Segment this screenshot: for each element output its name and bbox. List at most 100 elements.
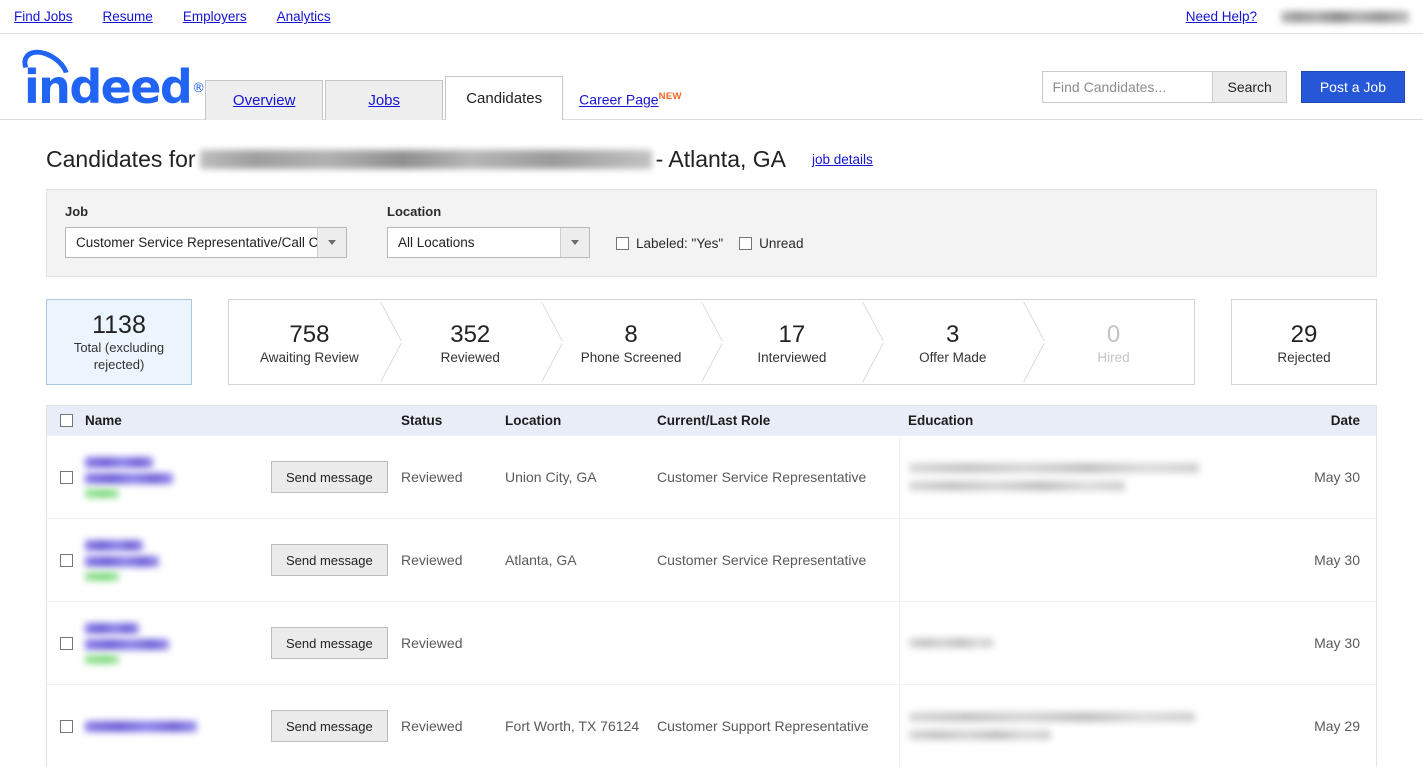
candidate-name[interactable] bbox=[85, 519, 271, 601]
checkbox-icon[interactable] bbox=[616, 237, 629, 250]
chevron-down-icon bbox=[328, 240, 336, 245]
candidate-status: Reviewed bbox=[401, 718, 463, 734]
candidate-name-redacted bbox=[85, 539, 143, 551]
tab-candidates-label: Candidates bbox=[466, 90, 543, 107]
stat-rejected-value: 29 bbox=[1290, 320, 1318, 348]
table-row[interactable]: Send message Reviewed Union City, GA Cus… bbox=[47, 435, 1376, 518]
send-message-button[interactable]: Send message bbox=[271, 544, 388, 576]
tab-overview-label: Overview bbox=[232, 92, 296, 109]
candidate-status: Reviewed bbox=[401, 635, 463, 651]
pipeline-funnel: 758 Awaiting Review 352 Reviewed 8 Phone… bbox=[228, 299, 1195, 385]
tab-candidates[interactable]: Candidates bbox=[445, 76, 564, 120]
column-header-location: Location bbox=[505, 413, 562, 428]
checkbox-icon[interactable] bbox=[59, 470, 73, 484]
stage-phone-screened-label: Phone Screened bbox=[580, 349, 682, 365]
row-select-checkbox[interactable] bbox=[47, 685, 85, 767]
candidate-name[interactable] bbox=[85, 685, 271, 767]
checkbox-icon[interactable] bbox=[59, 553, 73, 567]
filter-checkboxes: Labeled: "Yes" Unread bbox=[616, 236, 803, 251]
stat-rejected[interactable]: 29 Rejected bbox=[1231, 299, 1377, 385]
nav-link-resume[interactable]: Resume bbox=[103, 9, 153, 24]
row-select-checkbox[interactable] bbox=[47, 436, 85, 518]
location-filter-value: All Locations bbox=[398, 235, 475, 250]
stage-reviewed-label: Reviewed bbox=[440, 349, 500, 365]
tab-jobs-label: Jobs bbox=[368, 92, 401, 109]
select-all-checkbox[interactable] bbox=[47, 414, 85, 427]
stage-offer-made[interactable]: 3 Offer Made bbox=[872, 300, 1033, 384]
page-title-suffix: - Atlanta, GA bbox=[655, 146, 786, 172]
checkbox-icon[interactable] bbox=[59, 414, 73, 427]
stat-total-excluding-rejected[interactable]: 1138 Total (excluding rejected) bbox=[46, 299, 192, 385]
tab-jobs[interactable]: Jobs bbox=[325, 80, 444, 120]
tab-overview[interactable]: Overview bbox=[205, 80, 324, 120]
nav-link-employers[interactable]: Employers bbox=[183, 9, 247, 24]
table-row[interactable]: Send message Reviewed Fort Worth, TX 761… bbox=[47, 684, 1376, 767]
stage-phone-screened[interactable]: 8 Phone Screened bbox=[551, 300, 712, 384]
location-filter-select[interactable]: All Locations bbox=[387, 227, 590, 258]
send-message-button[interactable]: Send message bbox=[271, 710, 388, 742]
send-message-button[interactable]: Send message bbox=[271, 627, 388, 659]
candidate-search-input[interactable] bbox=[1042, 71, 1213, 103]
candidate-status: Reviewed bbox=[401, 552, 463, 568]
post-a-job-button[interactable]: Post a Job bbox=[1300, 71, 1405, 103]
indeed-logo[interactable]: indeed ® bbox=[14, 41, 205, 119]
stage-awaiting-review[interactable]: 758 Awaiting Review bbox=[229, 300, 390, 384]
checkbox-icon[interactable] bbox=[59, 719, 73, 733]
chevron-down-icon bbox=[571, 240, 579, 245]
location-filter-label: Location bbox=[387, 204, 442, 219]
table-row[interactable]: Send message Reviewed Atlanta, GA Custom… bbox=[47, 518, 1376, 601]
candidate-badge-redacted bbox=[85, 571, 119, 581]
job-filter-select[interactable]: Customer Service Representative/Call Cen bbox=[65, 227, 347, 258]
checkbox-icon[interactable] bbox=[59, 636, 73, 650]
table-row[interactable]: Send message Reviewed May 30 bbox=[47, 601, 1376, 684]
candidate-name[interactable] bbox=[85, 436, 271, 518]
candidate-education bbox=[899, 519, 1289, 601]
row-select-checkbox[interactable] bbox=[47, 519, 85, 601]
send-message-cell: Send message bbox=[271, 602, 401, 684]
candidate-location: Fort Worth, TX 76124 bbox=[505, 718, 640, 734]
career-page-link[interactable]: Career PageNEW bbox=[579, 91, 682, 119]
candidate-badge-redacted bbox=[85, 488, 119, 498]
checkbox-icon[interactable] bbox=[739, 237, 753, 250]
search-button[interactable]: Search bbox=[1212, 71, 1287, 103]
candidate-education-redacted bbox=[909, 463, 1199, 473]
candidate-name-redacted bbox=[85, 622, 139, 634]
candidate-status: Reviewed bbox=[401, 469, 463, 485]
send-message-button[interactable]: Send message bbox=[271, 461, 388, 493]
nav-link-find-jobs[interactable]: Find Jobs bbox=[14, 9, 73, 24]
nav-link-analytics[interactable]: Analytics bbox=[277, 9, 331, 24]
candidate-date: May 30 bbox=[1314, 635, 1360, 651]
stage-reviewed[interactable]: 352 Reviewed bbox=[390, 300, 551, 384]
filter-panel: Job Customer Service Representative/Call… bbox=[46, 189, 1377, 277]
candidate-date: May 30 bbox=[1314, 469, 1360, 485]
candidate-badge-redacted bbox=[85, 654, 119, 664]
stage-hired[interactable]: 0 Hired bbox=[1033, 300, 1194, 384]
candidate-name-redacted-line2 bbox=[85, 472, 173, 484]
location-filter: Location All Locations bbox=[387, 204, 590, 258]
page-title-job-redacted bbox=[199, 150, 652, 169]
career-page-label: Career Page bbox=[579, 92, 659, 108]
job-details-link[interactable]: job details bbox=[812, 152, 873, 167]
candidate-search-group: Search bbox=[1042, 71, 1287, 103]
need-help-link[interactable]: Need Help? bbox=[1186, 9, 1257, 24]
row-select-checkbox[interactable] bbox=[47, 602, 85, 684]
candidate-education-redacted-line2 bbox=[909, 481, 1125, 491]
unread-checkbox[interactable]: Unread bbox=[739, 236, 803, 251]
candidate-education-redacted bbox=[909, 638, 993, 648]
stat-rejected-label: Rejected bbox=[1277, 349, 1331, 365]
candidate-role: Customer Support Representative bbox=[657, 718, 869, 734]
location-filter-dropdown-arrow[interactable] bbox=[560, 228, 589, 257]
candidate-name[interactable] bbox=[85, 602, 271, 684]
stage-awaiting-review-value: 758 bbox=[289, 320, 330, 348]
candidate-education-redacted-line2 bbox=[909, 730, 1051, 740]
candidate-name-redacted bbox=[85, 720, 197, 732]
stage-interviewed[interactable]: 17 Interviewed bbox=[711, 300, 872, 384]
column-header-date: Date bbox=[1330, 413, 1360, 428]
labeled-yes-checkbox[interactable]: Labeled: "Yes" bbox=[616, 236, 723, 251]
candidate-role bbox=[657, 602, 899, 684]
job-filter-dropdown-arrow[interactable] bbox=[317, 228, 346, 257]
unread-label: Unread bbox=[759, 236, 804, 251]
account-email-redacted[interactable] bbox=[1281, 10, 1409, 23]
top-nav-right: Need Help? bbox=[1186, 9, 1411, 24]
top-nav-links: Find Jobs Resume Employers Analytics bbox=[10, 9, 331, 24]
